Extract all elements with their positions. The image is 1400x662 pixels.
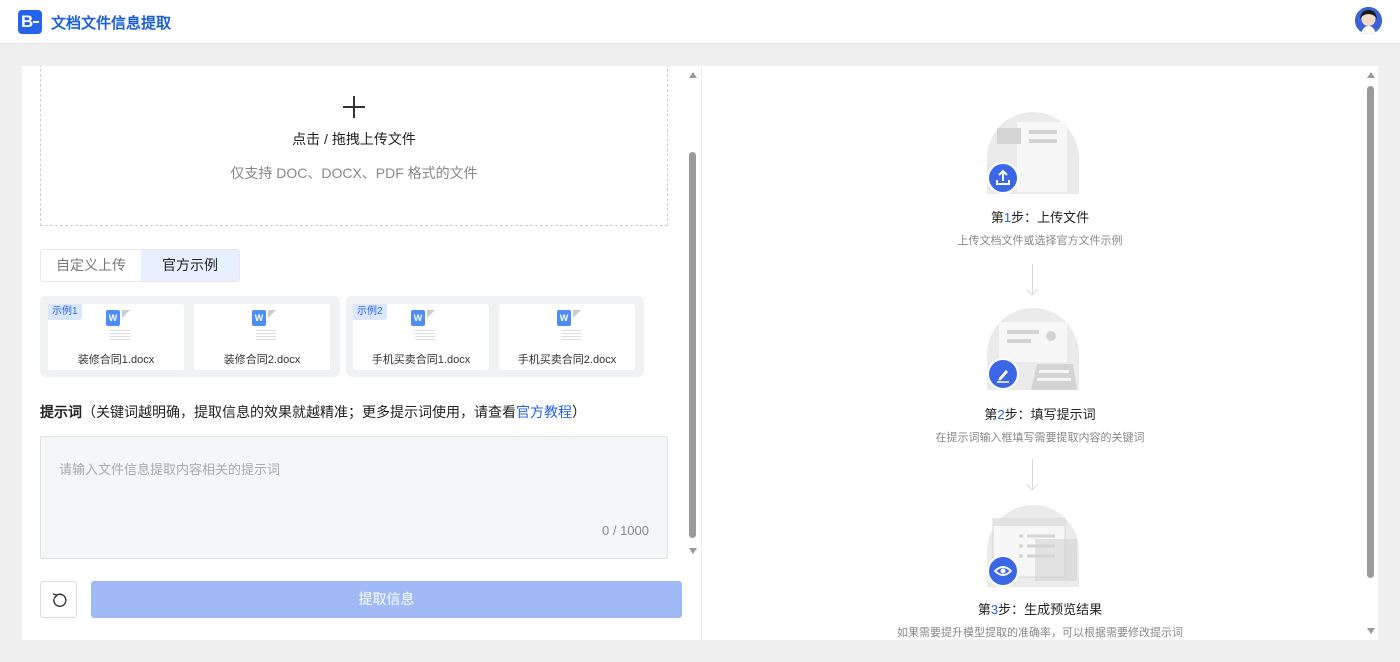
example-file-card[interactable]: W 装修合同2.docx (194, 304, 330, 370)
step-3-desc: 如果需要提升模型提取的准确率，可以根据需要修改提示词 (897, 627, 1183, 639)
prompt-hint-end: ） (572, 404, 586, 420)
top-bar: B 文档文件信息提取 (0, 0, 1400, 44)
example-file-name: 装修合同1.docx (77, 354, 155, 366)
step-2-title: 第2步：填写提示词 (984, 407, 1096, 422)
example-file-name: 手机买卖合同1.docx (371, 354, 471, 366)
example-group-2: 示例2 W 手机买卖合同1.docx W 手机买卖合同2.docx (346, 296, 644, 377)
step-1-title: 第1步：上传文件 (990, 210, 1090, 225)
arrow-down-icon (1032, 264, 1033, 294)
upload-dropzone[interactable]: 点击 / 拖拽上传文件 仅支持 DOC、DOCX、PDF 格式的文件 (40, 66, 668, 226)
doc-lines-icon (110, 330, 130, 340)
left-panel: 点击 / 拖拽上传文件 仅支持 DOC、DOCX、PDF 格式的文件 自定义上传… (22, 66, 701, 640)
arrow-down-icon (1032, 459, 1033, 489)
step-1-illustration (987, 112, 1079, 194)
prompt-title: 提示词 (40, 404, 82, 420)
right-scrollbar[interactable] (1366, 72, 1376, 634)
scroll-thumb[interactable] (1367, 86, 1374, 578)
tab-official-examples[interactable]: 官方示例 (141, 250, 239, 281)
prompt-hint: （关键词越明确，提取信息的效果就越精准；更多提示词使用，请查看 (82, 404, 516, 420)
left-scrollbar[interactable] (688, 72, 698, 554)
word-doc-icon: W (106, 310, 130, 328)
tutorial-link[interactable]: 官方教程 (516, 404, 572, 420)
app-title: 文档文件信息提取 (51, 15, 172, 32)
right-panel: 第1步：上传文件 上传文档文件或选择官方文件示例 第2步：填写提示词 在提示词输… (701, 66, 1378, 640)
step-1-desc: 上传文档文件或选择官方文件示例 (957, 235, 1123, 247)
upload-title: 点击 / 拖拽上传文件 (292, 131, 416, 147)
upload-hint: 仅支持 DOC、DOCX、PDF 格式的文件 (230, 165, 478, 181)
doc-lines-icon (256, 330, 276, 340)
edit-icon (987, 358, 1019, 390)
source-tabs: 自定义上传 官方示例 (40, 249, 240, 282)
example-file-card[interactable]: 示例2 W 手机买卖合同1.docx (353, 304, 489, 370)
word-doc-icon: W (411, 310, 435, 328)
upload-icon (987, 162, 1019, 194)
example-group-1: 示例1 W 装修合同1.docx W 装修合同2.docx (40, 296, 340, 377)
word-doc-icon: W (557, 310, 581, 328)
scroll-up-icon[interactable] (689, 72, 697, 78)
plus-icon (343, 96, 365, 118)
scroll-down-icon[interactable] (689, 548, 697, 554)
prompt-input[interactable]: 请输入文件信息提取内容相关的提示词 0 / 1000 (40, 436, 668, 559)
scroll-down-icon[interactable] (1367, 628, 1375, 634)
example-file-card[interactable]: 示例1 W 装修合同1.docx (48, 304, 184, 370)
app-logo[interactable]: B (18, 10, 42, 34)
refresh-icon (52, 593, 67, 607)
scroll-thumb[interactable] (689, 152, 696, 538)
tab-custom-upload[interactable]: 自定义上传 (41, 250, 141, 281)
step-2-illustration (987, 308, 1079, 390)
eye-icon (987, 555, 1019, 587)
example-file-card[interactable]: W 手机买卖合同2.docx (499, 304, 635, 370)
example-file-name: 手机买卖合同2.docx (517, 354, 617, 366)
user-avatar[interactable] (1355, 7, 1382, 34)
step-3-illustration (987, 505, 1079, 587)
prompt-placeholder: 请输入文件信息提取内容相关的提示词 (59, 462, 281, 477)
char-count: 0 / 1000 (602, 523, 649, 538)
example-tag: 示例2 (353, 304, 387, 320)
prompt-label: 提示词（关键词越明确，提取信息的效果就越精准；更多提示词使用，请查看官方教程） (40, 402, 586, 422)
doc-lines-icon (415, 330, 435, 340)
avatar-icon (1355, 7, 1382, 34)
extract-button[interactable]: 提取信息 (91, 581, 682, 618)
example-tag: 示例1 (48, 304, 82, 320)
scroll-up-icon[interactable] (1367, 72, 1375, 78)
word-doc-icon: W (252, 310, 276, 328)
step-3-title: 第3步：生成预览结果 (977, 602, 1103, 617)
doc-lines-icon (561, 330, 581, 340)
reset-button[interactable] (40, 581, 77, 618)
step-2-desc: 在提示词输入框填写需要提取内容的关键词 (935, 432, 1145, 444)
example-file-name: 装修合同2.docx (223, 354, 301, 366)
